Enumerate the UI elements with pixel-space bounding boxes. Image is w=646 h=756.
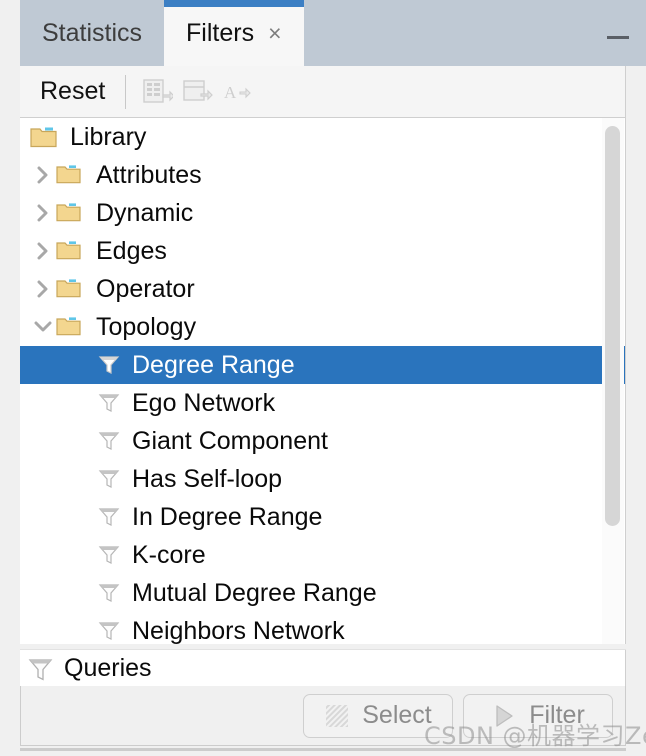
minimize-icon [607,35,629,39]
tree-group-dynamic[interactable]: Dynamic [20,194,625,232]
tree-item-library-label: Library [70,122,147,151]
reset-button[interactable]: Reset [32,75,113,108]
folder-icon [56,239,84,263]
chevron-right-icon[interactable] [30,276,56,302]
funnel-icon [98,505,120,529]
export-column-icon[interactable] [178,73,218,111]
filter-button[interactable]: Filter [463,693,613,738]
tree-item-has-self-loop-label: Has Self-loop [132,464,283,493]
tab-filters-label: Filters [186,18,255,47]
funnel-icon [98,543,120,567]
filters-library-tree[interactable]: Library Attributes Dynamic Edges Operato… [20,118,626,644]
tree-group-attributes-label: Attributes [96,160,202,189]
window-bottom-edge [20,748,626,751]
funnel-icon [28,656,53,681]
tree-item-giant-component-label: Giant Component [132,426,328,455]
funnel-icon [98,581,120,605]
tree-item-mutual-degree-range[interactable]: Mutual Degree Range [20,574,625,612]
chevron-right-icon[interactable] [30,162,56,188]
tab-filters[interactable]: Filters × [164,0,304,66]
funnel-icon [98,467,120,491]
tree-item-ego-network[interactable]: Ego Network [20,384,625,422]
rename-text-icon[interactable]: A [218,73,258,111]
tree-scrollbar-thumb[interactable] [605,126,620,526]
tree-group-operator[interactable]: Operator [20,270,625,308]
folder-icon [56,201,84,225]
toolbar-divider [125,74,127,109]
tree-scrollbar[interactable] [602,118,624,644]
tree-item-degree-range-label: Degree Range [132,350,295,379]
export-table-icon[interactable] [138,73,178,111]
tree-item-neighbors-network-label: Neighbors Network [132,616,345,645]
close-icon[interactable]: × [268,21,281,45]
tab-bar: Statistics Filters × [0,0,646,66]
chevron-right-icon[interactable] [30,238,56,264]
svg-text:A: A [224,83,237,102]
hatched-square-icon [324,703,350,729]
tree-group-edges-label: Edges [96,236,167,265]
tree-item-library[interactable]: Library [20,118,625,156]
tab-statistics-label: Statistics [42,18,143,47]
tab-bar-filler [303,0,590,66]
funnel-icon [98,353,120,377]
chevron-down-icon[interactable] [30,314,56,340]
filters-toolbar: Reset A [20,66,626,118]
filter-button-label: Filter [529,701,585,729]
select-button-label: Select [362,701,432,729]
tree-group-edges[interactable]: Edges [20,232,625,270]
tree-item-mutual-degree-range-label: Mutual Degree Range [132,578,377,607]
tree-item-in-degree-range-label: In Degree Range [132,502,323,531]
tree-item-k-core-label: K-core [132,540,206,569]
filters-panel-window: Statistics Filters × Reset A Library Att… [0,0,646,756]
tree-rows: Library Attributes Dynamic Edges Operato… [20,118,625,644]
tree-group-attributes[interactable]: Attributes [20,156,625,194]
tree-item-giant-component[interactable]: Giant Component [20,422,625,460]
minimize-button[interactable] [590,0,646,66]
tree-item-has-self-loop[interactable]: Has Self-loop [20,460,625,498]
funnel-icon [98,429,120,453]
tree-item-neighbors-network[interactable]: Neighbors Network [20,612,625,644]
play-triangle-icon [491,703,517,729]
tree-group-dynamic-label: Dynamic [96,198,194,227]
tree-item-k-core[interactable]: K-core [20,536,625,574]
tree-group-topology-label: Topology [96,312,197,341]
tree-item-in-degree-range[interactable]: In Degree Range [20,498,625,536]
tab-bar-left-gutter [0,0,20,66]
tree-item-degree-range[interactable]: Degree Range [20,346,625,384]
queries-label: Queries [64,653,152,682]
tree-item-ego-network-label: Ego Network [132,388,276,417]
funnel-icon [98,619,120,643]
tab-statistics[interactable]: Statistics [20,0,165,66]
select-button[interactable]: Select [303,693,453,738]
folder-open-icon [30,125,58,149]
folder-icon [56,315,84,339]
funnel-icon [98,391,120,415]
action-bar: Select Filter [20,686,626,746]
folder-icon [56,163,84,187]
chevron-right-icon[interactable] [30,200,56,226]
tree-group-topology[interactable]: Topology [20,308,625,346]
folder-icon [56,277,84,301]
queries-section[interactable]: Queries [20,650,626,686]
tree-group-operator-label: Operator [96,274,195,303]
